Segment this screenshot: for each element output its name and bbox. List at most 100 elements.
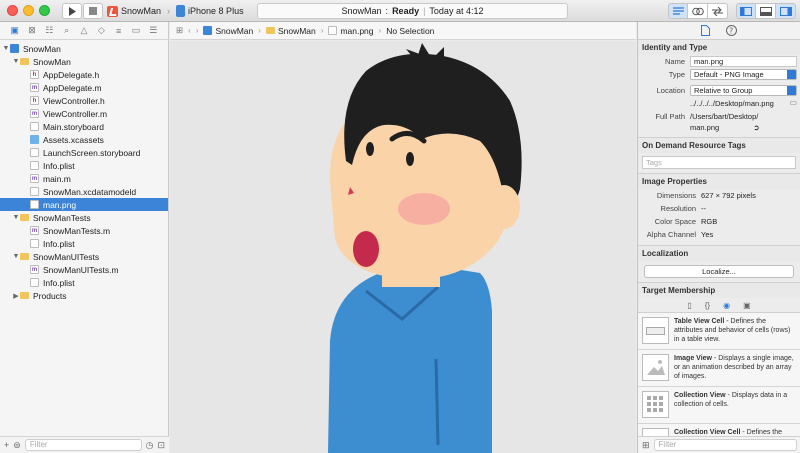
minimize-window-button[interactable] — [23, 5, 34, 16]
disclosure-open-icon[interactable]: ▼ — [2, 45, 10, 52]
tree-item-label: SnowManTests — [33, 212, 91, 223]
run-button[interactable] — [62, 3, 82, 19]
chevron-right-icon: › — [258, 26, 261, 35]
file-row[interactable]: h AppDelegate.h — [0, 68, 168, 81]
scheme-device[interactable]: iPhone 8 Plus — [173, 5, 247, 17]
folder-icon[interactable]: ▣ — [10, 25, 20, 36]
group-row[interactable]: ▼ SnowMan — [0, 42, 168, 55]
scheme-selector[interactable]: SnowMan › iPhone 8 Plus — [104, 3, 247, 19]
file-row[interactable]: h ViewController.h — [0, 94, 168, 107]
file-row[interactable]: SnowMan.xcdatamodeld — [0, 185, 168, 198]
file-row[interactable]: Assets.xcassets — [0, 133, 168, 146]
breadcrumb-file[interactable]: man.png — [328, 26, 374, 36]
hierarchy-icon[interactable]: ☷ — [44, 25, 54, 36]
tags-field[interactable]: Tags — [642, 156, 796, 169]
group-row[interactable]: ▼ SnowManUITests — [0, 250, 168, 263]
toggle-inspector-button[interactable] — [776, 3, 796, 19]
breadcrumb-group[interactable]: SnowMan — [265, 26, 316, 36]
file-row[interactable]: Main.storyboard — [0, 120, 168, 133]
project-icon — [203, 26, 213, 35]
object-library-icon[interactable]: ◉ — [723, 301, 730, 310]
file-row[interactable]: Info.plist — [0, 237, 168, 250]
assistant-editor-button[interactable] — [688, 3, 708, 19]
grid-view-icon[interactable]: ⊞ — [642, 440, 650, 451]
group-row[interactable]: ▼ SnowManTests — [0, 211, 168, 224]
file-template-icon[interactable]: ▯ — [687, 301, 691, 310]
file-row[interactable]: m main.m — [0, 172, 168, 185]
file-row[interactable]: m SnowManTests.m — [0, 224, 168, 237]
source-file-icon: m — [30, 265, 39, 274]
scheme-target[interactable]: SnowMan — [104, 5, 164, 17]
toggle-debug-button[interactable] — [756, 3, 776, 19]
file-row[interactable]: Info.plist — [0, 159, 168, 172]
standard-editor-button[interactable] — [668, 3, 688, 19]
library-filter-input[interactable]: Filter — [653, 439, 797, 451]
dimensions-label: Dimensions — [656, 191, 696, 200]
disclosure-open-icon[interactable]: ▼ — [12, 253, 20, 260]
disclosure-open-icon[interactable]: ▼ — [12, 58, 20, 65]
file-row[interactable]: m SnowManUITests.m — [0, 263, 168, 276]
group-row[interactable]: ▼ SnowMan — [0, 55, 168, 68]
tree-item-label: main.m — [43, 173, 71, 184]
close-window-button[interactable] — [7, 5, 18, 16]
debug-icon[interactable]: ≡ — [114, 26, 124, 36]
test-icon[interactable]: ◇ — [96, 25, 106, 36]
version-editor-button[interactable] — [708, 3, 728, 19]
library-item-title: Table View Cell — [674, 318, 725, 325]
navigator-filter-input[interactable]: Filter — [24, 439, 142, 451]
jump-bar: ⊞ ‹ › SnowMan › SnowMan › man.png › No S… — [170, 22, 636, 40]
tree-item-label: SnowMan — [33, 56, 71, 67]
breakpoint-icon[interactable]: ▭ — [131, 25, 141, 36]
type-popup[interactable]: Default - PNG Image — [690, 69, 797, 80]
name-field[interactable]: man.png — [690, 56, 797, 67]
report-icon[interactable]: ☰ — [148, 25, 158, 36]
chevron-right-icon: › — [378, 26, 382, 35]
library-item-table-view-cell[interactable]: Table View Cell - Defines the attributes… — [638, 313, 800, 350]
status-app: SnowMan — [341, 6, 382, 16]
tree-item-label: ViewController.m — [43, 108, 108, 119]
code-snippet-icon[interactable]: {} — [705, 301, 710, 310]
library-item-image-view[interactable]: Image View - Displays a single image, or… — [638, 350, 800, 387]
disclosure-open-icon[interactable]: ▼ — [12, 214, 20, 221]
image-editor — [170, 41, 636, 453]
breadcrumb-project[interactable]: SnowMan — [203, 26, 253, 36]
forward-icon[interactable]: › — [196, 26, 199, 35]
cheek — [398, 193, 450, 225]
media-library-icon[interactable]: ▣ — [743, 301, 751, 310]
fullpath-label: Full Path — [655, 112, 685, 121]
file-inspector-icon[interactable] — [701, 25, 710, 36]
location-path-row: ../../../../Desktop/man.png ▭ — [638, 97, 800, 110]
inspector-tabs: ? — [638, 22, 800, 40]
add-icon[interactable]: + — [4, 440, 9, 450]
toggle-navigator-button[interactable] — [736, 3, 756, 19]
location-popup[interactable]: Relative to Group — [690, 85, 797, 96]
library-item-collection-view[interactable]: Collection View - Displays data in a col… — [638, 387, 800, 424]
tree-item-label: Products — [33, 290, 67, 301]
file-row[interactable]: man.png — [0, 198, 168, 211]
group-row[interactable]: ▶ Products — [0, 289, 168, 302]
reveal-arrow-icon[interactable]: ➲ — [753, 123, 759, 132]
related-items-icon[interactable]: ⊞ — [176, 25, 183, 36]
left-panel-icon — [740, 6, 752, 16]
disclosure-closed-icon[interactable]: ▶ — [12, 292, 20, 300]
stop-button[interactable] — [83, 3, 103, 19]
file-row[interactable]: LaunchScreen.storyboard — [0, 146, 168, 159]
file-row[interactable]: m ViewController.m — [0, 107, 168, 120]
folder-icon[interactable]: ▭ — [789, 98, 797, 107]
tree-item-label: SnowMan — [23, 43, 61, 54]
source-control-icon[interactable]: ⊠ — [27, 25, 37, 36]
file-row[interactable]: m AppDelegate.m — [0, 81, 168, 94]
source-filter-icon[interactable]: ⊡ — [157, 440, 165, 451]
file-tree: ▼ SnowMan ▼ SnowMan h AppDelegate.h m AppDelega… — [0, 40, 168, 302]
breadcrumb-selection[interactable]: No Selection — [386, 26, 434, 36]
clock-icon[interactable]: ◷ — [146, 440, 154, 451]
search-icon[interactable]: ⌕ — [62, 25, 72, 36]
help-icon[interactable]: ? — [726, 25, 737, 36]
filter-icon[interactable]: ⊜ — [13, 440, 21, 451]
file-row[interactable]: Info.plist — [0, 276, 168, 289]
localize-button[interactable]: Localize... — [644, 265, 794, 278]
dimensions-row: Dimensions 627 × 792 pixels — [638, 189, 800, 202]
warning-icon[interactable]: △ — [79, 25, 89, 36]
zoom-window-button[interactable] — [39, 5, 50, 16]
back-icon[interactable]: ‹ — [188, 26, 191, 35]
